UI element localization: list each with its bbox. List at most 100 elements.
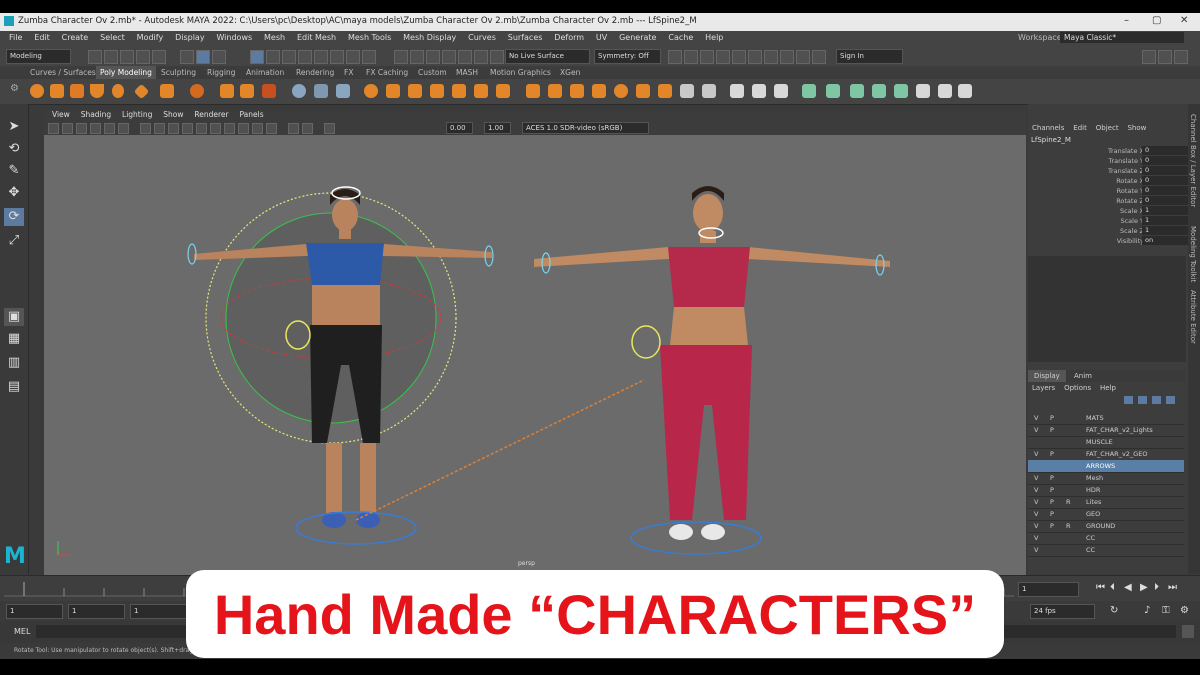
- platonic-solid-icon[interactable]: [190, 84, 204, 98]
- connect-icon[interactable]: [570, 84, 584, 98]
- poly-plane-icon[interactable]: [133, 83, 150, 100]
- menu-create[interactable]: Create: [62, 33, 89, 42]
- menu-mesh-display[interactable]: Mesh Display: [403, 33, 456, 42]
- edge-mask-icon[interactable]: [282, 50, 296, 64]
- menu-edit[interactable]: Edit: [34, 33, 50, 42]
- lasso-tool-icon[interactable]: ⟲: [4, 140, 24, 158]
- layer-row-cc-2[interactable]: V CC: [1028, 544, 1184, 557]
- attr-translate-x[interactable]: Translate X0: [1028, 146, 1189, 156]
- ik-handle-icon[interactable]: [958, 84, 972, 98]
- paint-icon[interactable]: [730, 84, 744, 98]
- attr-scale-x[interactable]: Scale X1: [1028, 206, 1189, 216]
- snap-curve-icon[interactable]: [410, 50, 424, 64]
- camera-attributes-icon[interactable]: [62, 123, 73, 134]
- color-space-select[interactable]: ACES 1.0 SDR-video (sRGB): [522, 122, 649, 134]
- anim-tab[interactable]: Anim: [1074, 370, 1092, 382]
- new-layer-selected-icon[interactable]: [1166, 396, 1175, 404]
- new-scene-icon[interactable]: [88, 50, 102, 64]
- select-hierarchy-icon[interactable]: [180, 50, 194, 64]
- snapshot-icon[interactable]: [916, 84, 930, 98]
- wireframe-icon[interactable]: [850, 84, 864, 98]
- play-forward-icon[interactable]: ▶: [1140, 582, 1148, 593]
- help-menu[interactable]: Help: [1100, 384, 1116, 392]
- channels-menu[interactable]: Channels: [1032, 124, 1064, 132]
- menu-edit-mesh[interactable]: Edit Mesh: [297, 33, 336, 42]
- lights-icon[interactable]: [182, 123, 193, 134]
- save-scene-icon[interactable]: [120, 50, 134, 64]
- history-icon[interactable]: [474, 50, 488, 64]
- poly-cube-icon[interactable]: [50, 84, 64, 98]
- side-tab-attribute-editor[interactable]: Attribute Editor: [1189, 290, 1197, 344]
- shelf-tab-curves-surfaces[interactable]: Curves / Surfaces: [30, 68, 96, 77]
- shelf-tab-poly-modeling[interactable]: Poly Modeling: [96, 66, 156, 79]
- textured-icon[interactable]: [168, 123, 179, 134]
- attr-scale-y[interactable]: Scale Y1: [1028, 216, 1189, 226]
- uv-mask-icon[interactable]: [314, 50, 328, 64]
- motion-blur-icon[interactable]: [252, 123, 263, 134]
- shelf-tab-custom[interactable]: Custom: [418, 68, 447, 77]
- current-frame-field[interactable]: 1: [1018, 582, 1079, 597]
- ambient-occlusion-icon[interactable]: [238, 123, 249, 134]
- menu-help[interactable]: Help: [705, 33, 723, 42]
- step-forward-icon[interactable]: ⏵: [1154, 582, 1159, 593]
- attr-rotate-y[interactable]: Rotate Y0: [1028, 186, 1189, 196]
- bevel-icon[interactable]: [452, 84, 466, 98]
- exposure-field[interactable]: 0.00: [446, 122, 473, 134]
- render-view-icon[interactable]: [732, 50, 746, 64]
- shelf-tab-fx[interactable]: FX: [344, 68, 353, 77]
- select-object-icon[interactable]: [196, 50, 210, 64]
- svg-icon[interactable]: [262, 84, 276, 98]
- xray-active-icon[interactable]: [302, 123, 313, 134]
- panel-menu-show[interactable]: Show: [163, 110, 183, 119]
- shelf-tab-rendering[interactable]: Rendering: [296, 68, 334, 77]
- channel-box-icon[interactable]: [1174, 50, 1188, 64]
- attr-rotate-z[interactable]: Rotate Z0: [1028, 196, 1189, 206]
- display-mode-icon[interactable]: [802, 84, 816, 98]
- rotate-tool-icon[interactable]: ⟳: [4, 208, 24, 226]
- merge-icon[interactable]: [636, 84, 650, 98]
- camera-icon[interactable]: [748, 50, 762, 64]
- fps-select[interactable]: 24 fps: [1030, 604, 1095, 619]
- select-tool-icon[interactable]: ➤: [4, 118, 24, 136]
- panel-menu-shading[interactable]: Shading: [81, 110, 111, 119]
- freeze-icon[interactable]: [774, 84, 788, 98]
- play-backward-icon[interactable]: ◀: [1124, 582, 1132, 593]
- menu-mesh-tools[interactable]: Mesh Tools: [348, 33, 391, 42]
- smooth-icon[interactable]: [336, 84, 350, 98]
- separate-icon[interactable]: [314, 84, 328, 98]
- smooth-preview-icon[interactable]: [826, 84, 840, 98]
- render-frame-icon[interactable]: [668, 50, 682, 64]
- snap-surface-icon[interactable]: [458, 50, 472, 64]
- edit-menu[interactable]: Edit: [1073, 124, 1087, 132]
- redo-icon[interactable]: [152, 50, 166, 64]
- xray-icon[interactable]: [210, 123, 221, 134]
- menu-file[interactable]: File: [9, 33, 22, 42]
- object-menu[interactable]: Object: [1096, 124, 1119, 132]
- shelf-tab-xgen[interactable]: XGen: [560, 68, 580, 77]
- panel-menu-lighting[interactable]: Lighting: [122, 110, 152, 119]
- move-tool-icon[interactable]: ✥: [4, 184, 24, 202]
- shadows-icon[interactable]: [196, 123, 207, 134]
- combine-icon[interactable]: [292, 84, 306, 98]
- close-icon[interactable]: ✕: [1180, 15, 1188, 26]
- layer-move-down-icon[interactable]: [1138, 396, 1147, 404]
- panel-menu-panels[interactable]: Panels: [239, 110, 263, 119]
- menu-select[interactable]: Select: [100, 33, 125, 42]
- exposure-icon[interactable]: [324, 123, 335, 134]
- attr-visibility[interactable]: Visibility on: [1028, 236, 1189, 246]
- attr-translate-z[interactable]: Translate Z0: [1028, 166, 1189, 176]
- anim-prefs-icon[interactable]: ⚙: [1180, 605, 1189, 616]
- layout-two-icon[interactable]: ▥: [4, 354, 24, 372]
- layer-move-up-icon[interactable]: [1124, 396, 1133, 404]
- planar-map-icon[interactable]: [658, 84, 672, 98]
- poly-torus-icon[interactable]: [112, 84, 124, 98]
- attr-scale-z[interactable]: Scale Z1: [1028, 226, 1189, 236]
- menu-curves[interactable]: Curves: [468, 33, 496, 42]
- ipr-render-icon[interactable]: [684, 50, 698, 64]
- mirror-icon[interactable]: [386, 84, 400, 98]
- image-plane-icon[interactable]: [90, 123, 101, 134]
- bookmark-icon[interactable]: [76, 123, 87, 134]
- boolean-icon[interactable]: [364, 84, 378, 98]
- fill-hole-icon[interactable]: [474, 84, 488, 98]
- sign-in-button[interactable]: Sign In: [836, 49, 903, 64]
